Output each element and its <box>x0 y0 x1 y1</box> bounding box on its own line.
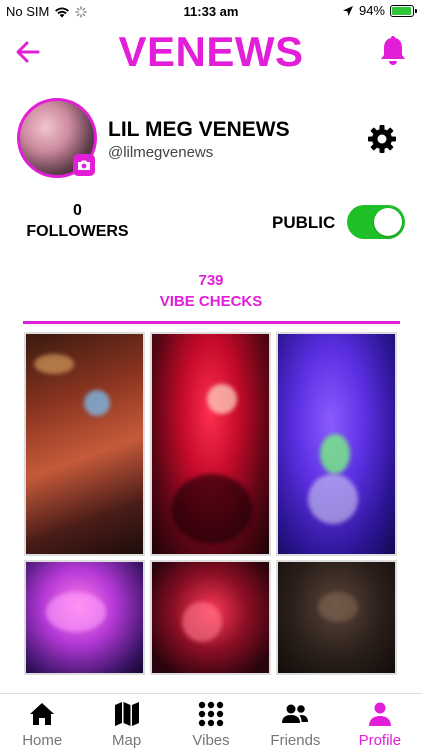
light-glow <box>84 390 110 416</box>
tab-label: Friends <box>270 732 321 749</box>
followers-label: FOLLOWERS <box>26 223 129 240</box>
tab-label: Vibes <box>192 732 230 749</box>
battery-percent: 94% <box>358 3 385 18</box>
bottom-tab-bar: Home Map Vibes Friends Profile <box>0 693 422 750</box>
map-icon <box>114 702 139 726</box>
bell-icon <box>381 36 405 65</box>
app-header: VENEWS <box>0 24 422 84</box>
location-arrow-icon <box>342 5 353 16</box>
tab-home[interactable]: Home <box>0 694 84 750</box>
vibe-thumbnail[interactable] <box>150 332 271 556</box>
profile-avatar-container[interactable] <box>17 98 97 178</box>
public-toggle[interactable] <box>347 205 405 239</box>
status-bar: No SIM 11:33 am 94% <box>0 0 422 24</box>
person-icon <box>368 702 391 726</box>
change-photo-button[interactable] <box>73 154 95 176</box>
tab-friends[interactable]: Friends <box>253 694 337 750</box>
vibe-thumbnail[interactable] <box>24 560 145 675</box>
vibe-thumbnail[interactable] <box>24 332 145 556</box>
dots-grid-icon <box>198 701 224 727</box>
light-glow <box>308 474 358 524</box>
battery-fill <box>392 6 411 15</box>
settings-button[interactable] <box>366 123 398 155</box>
profile-name: LIL MEG VENEWS <box>108 118 290 141</box>
toggle-knob <box>374 208 402 236</box>
light-glow <box>182 602 222 642</box>
home-icon <box>30 703 55 725</box>
vibe-thumbnail[interactable] <box>276 560 397 675</box>
tab-label: Profile <box>358 732 402 749</box>
light-glow <box>320 434 350 474</box>
vibe-checks-stat[interactable]: 739 VIBE CHECKS <box>0 272 422 310</box>
public-label: PUBLIC <box>272 213 336 232</box>
status-right: 94% <box>342 3 417 18</box>
battery-icon <box>390 4 417 17</box>
app-title: VENEWS <box>118 28 304 75</box>
tab-label: Map <box>112 732 142 749</box>
light-glow <box>318 592 358 622</box>
vibe-checks-label: VIBE CHECKS <box>159 293 263 310</box>
followers-stat[interactable]: 0 FOLLOWERS <box>20 202 135 241</box>
followers-count: 0 <box>73 202 82 219</box>
light-glow <box>207 384 237 414</box>
tab-label: Home <box>22 732 63 749</box>
camera-icon <box>78 160 90 170</box>
profile-handle: @lilmegvenews <box>108 144 214 161</box>
light-glow <box>172 474 252 544</box>
gear-icon <box>368 125 396 153</box>
light-glow <box>46 592 106 632</box>
tab-map[interactable]: Map <box>84 694 168 750</box>
tab-profile[interactable]: Profile <box>338 694 422 750</box>
tab-vibes[interactable]: Vibes <box>169 694 253 750</box>
vibe-thumbnail[interactable] <box>276 332 397 556</box>
friends-icon <box>282 704 309 723</box>
tab-underline <box>23 321 400 324</box>
notifications-button[interactable] <box>378 34 408 68</box>
light-glow <box>34 354 74 374</box>
vibe-checks-count: 739 <box>198 272 224 289</box>
vibe-thumbnail[interactable] <box>150 560 271 675</box>
